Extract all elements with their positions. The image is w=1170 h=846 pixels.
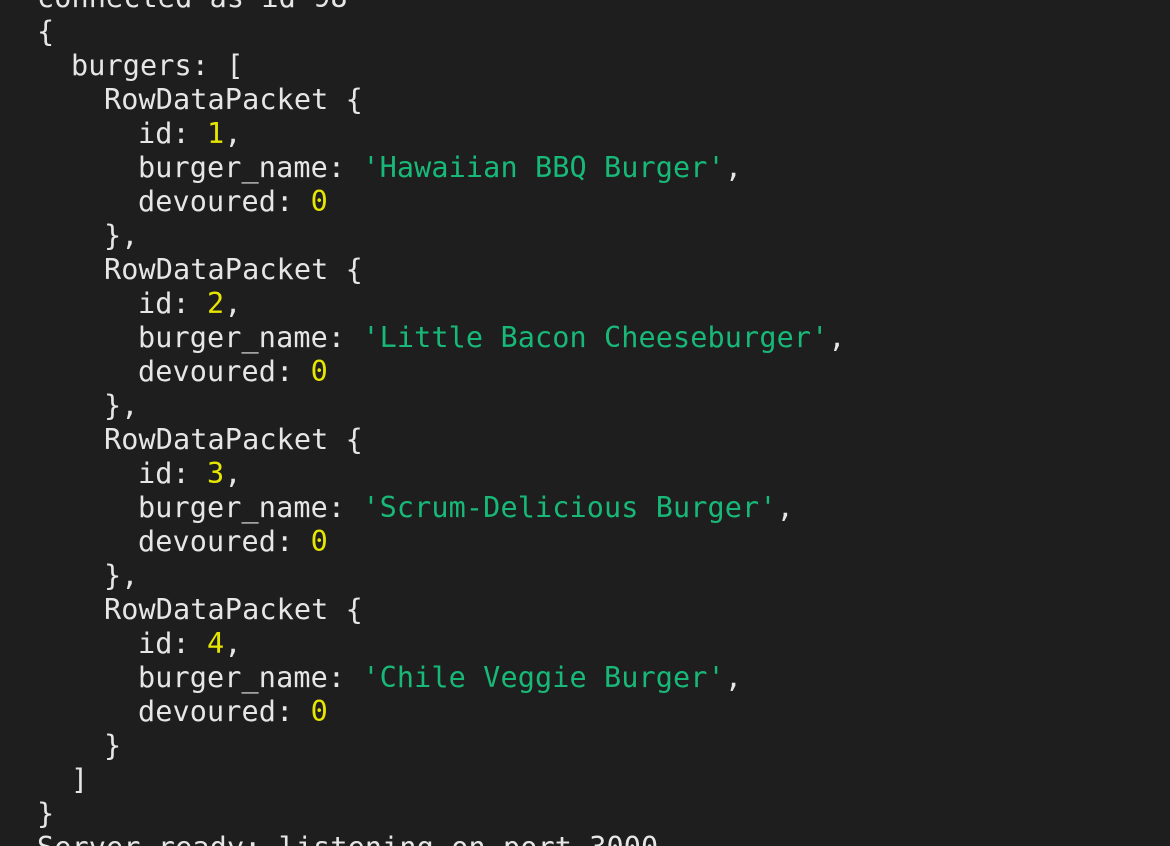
devoured-key: devoured:	[138, 185, 311, 218]
devoured-value: 0	[310, 185, 328, 218]
devoured-value: 0	[310, 525, 328, 558]
burgers-key: burgers: [	[71, 49, 244, 82]
id-value: 2	[207, 287, 225, 320]
id-line: id: 4,	[0, 627, 1170, 661]
comma: ,	[724, 151, 743, 184]
burger-name-key: burger_name:	[138, 321, 363, 354]
devoured-line: devoured: 0	[0, 355, 1170, 389]
server-status-line: Server ready; listening on port 3000	[0, 831, 1170, 846]
id-value: 3	[207, 457, 225, 490]
id-line: id: 1,	[0, 117, 1170, 151]
burger-name-value: 'Chile Veggie Burger'	[362, 661, 725, 694]
comma: ,	[224, 457, 242, 490]
close-bracket: ]	[71, 763, 89, 796]
devoured-line: devoured: 0	[0, 185, 1170, 219]
burger-name-line: burger_name: 'Little Bacon Cheeseburger'…	[0, 321, 1170, 355]
open-brace: {	[37, 15, 55, 48]
burger-name-key: burger_name:	[138, 151, 363, 184]
burger-name-key: burger_name:	[138, 491, 363, 524]
id-key: id:	[138, 287, 208, 320]
burger-name-value: 'Scrum-Delicious Burger'	[362, 491, 777, 524]
row-data-packet-close: }	[104, 729, 122, 762]
devoured-key: devoured:	[138, 695, 311, 728]
burger-name-value: 'Hawaiian BBQ Burger'	[362, 151, 725, 184]
burger-name-value: 'Little Bacon Cheeseburger'	[362, 321, 829, 354]
connection-status-line: connected as id 98	[0, 0, 1170, 15]
id-line: id: 3,	[0, 457, 1170, 491]
burger-name-line: burger_name: 'Scrum-Delicious Burger',	[0, 491, 1170, 525]
terminal-output: connected as id 98 { burgers: [ RowDataP…	[0, 0, 1170, 846]
comma: ,	[224, 627, 242, 660]
comma: ,	[224, 287, 242, 320]
devoured-value: 0	[310, 355, 328, 388]
row-data-packet-close: },	[104, 389, 139, 422]
row-data-packet-header: RowDataPacket {	[104, 83, 363, 116]
devoured-line: devoured: 0	[0, 525, 1170, 559]
burger-name-line: burger_name: 'Chile Veggie Burger',	[0, 661, 1170, 695]
id-key: id:	[138, 117, 208, 150]
devoured-value: 0	[310, 695, 328, 728]
comma: ,	[224, 117, 242, 150]
row-data-packet-close: },	[104, 559, 139, 592]
devoured-key: devoured:	[138, 355, 311, 388]
row-data-packet-header: RowDataPacket {	[104, 253, 363, 286]
burger-name-key: burger_name:	[138, 661, 363, 694]
id-line: id: 2,	[0, 287, 1170, 321]
comma: ,	[828, 321, 846, 354]
terminal-window[interactable]: connected as id 98 { burgers: [ RowDataP…	[0, 0, 1170, 846]
id-key: id:	[138, 627, 208, 660]
devoured-line: devoured: 0	[0, 695, 1170, 729]
row-data-packet-header: RowDataPacket {	[104, 593, 363, 626]
burger-name-line: burger_name: 'Hawaiian BBQ Burger',	[0, 151, 1170, 185]
close-brace: }	[37, 797, 55, 830]
comma: ,	[776, 491, 794, 524]
id-key: id:	[138, 457, 208, 490]
devoured-key: devoured:	[138, 525, 311, 558]
id-value: 1	[207, 117, 225, 150]
row-data-packet-header: RowDataPacket {	[104, 423, 363, 456]
comma: ,	[724, 661, 743, 694]
row-data-packet-close: },	[104, 219, 139, 252]
id-value: 4	[207, 627, 225, 660]
